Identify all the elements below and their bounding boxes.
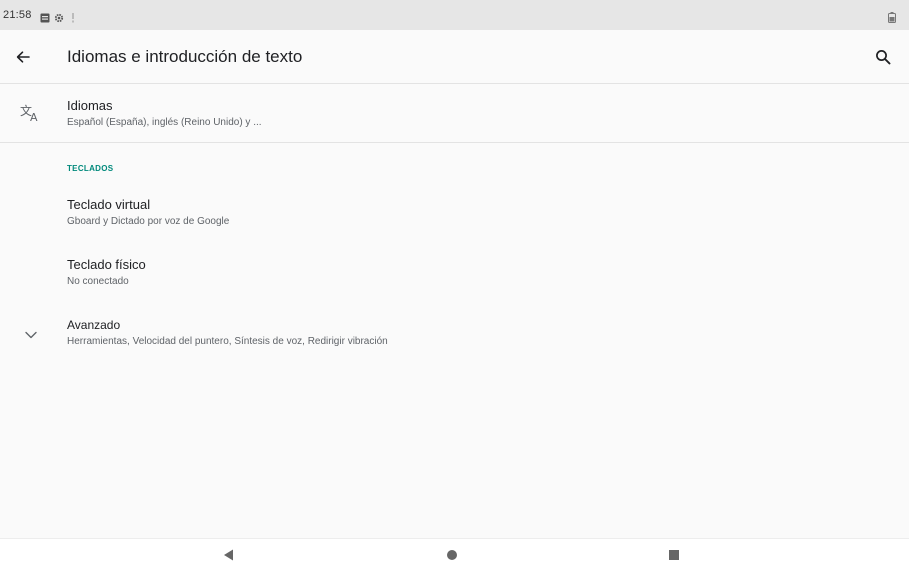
virtual-keyboard-row[interactable]: Teclado virtual Gboard y Dictado por voz… (0, 184, 909, 240)
recents-square-icon (669, 550, 679, 560)
back-button[interactable] (10, 44, 36, 70)
advanced-row[interactable]: Avanzado Herramientas, Velocidad del pun… (0, 306, 909, 362)
alert-notification-icon (71, 10, 75, 28)
physical-keyboard-row[interactable]: Teclado físico No conectado (0, 244, 909, 300)
nav-home-button[interactable] (440, 545, 464, 565)
keyboards-category-header: TECLADOS (67, 164, 114, 173)
home-circle-icon (447, 550, 457, 560)
settings-screen: 21:58 Idiomas e introducción de texto 文 … (0, 0, 909, 568)
back-triangle-icon (224, 549, 233, 561)
physical-keyboard-title: Teclado físico (67, 257, 146, 272)
settings-notification-icon (54, 10, 64, 28)
nav-recents-button[interactable] (662, 545, 686, 565)
status-time: 21:58 (3, 9, 32, 21)
nav-back-button[interactable] (217, 545, 241, 565)
languages-summary: Español (España), inglés (Reino Unido) y… (67, 117, 262, 128)
page-title: Idiomas e introducción de texto (67, 47, 303, 66)
search-icon (876, 50, 891, 65)
virtual-keyboard-summary: Gboard y Dictado por voz de Google (67, 216, 230, 227)
search-button[interactable] (870, 44, 896, 70)
status-bar: 21:58 (0, 0, 909, 30)
image-notification-icon (40, 10, 50, 28)
physical-keyboard-summary: No conectado (67, 276, 129, 287)
battery-icon (888, 10, 896, 28)
advanced-summary: Herramientas, Velocidad del puntero, Sín… (67, 336, 388, 347)
section-divider (0, 142, 909, 143)
arrow-back-icon (16, 51, 30, 63)
languages-title: Idiomas (67, 98, 113, 113)
app-bar: Idiomas e introducción de texto (0, 30, 909, 84)
svg-text:A: A (30, 111, 38, 123)
virtual-keyboard-title: Teclado virtual (67, 197, 151, 212)
navigation-bar (0, 538, 909, 568)
translate-icon: 文 A (20, 103, 42, 128)
languages-row[interactable]: 文 A Idiomas Español (España), inglés (Re… (0, 84, 909, 142)
advanced-title: Avanzado (67, 318, 121, 332)
chevron-down-icon (24, 327, 38, 345)
